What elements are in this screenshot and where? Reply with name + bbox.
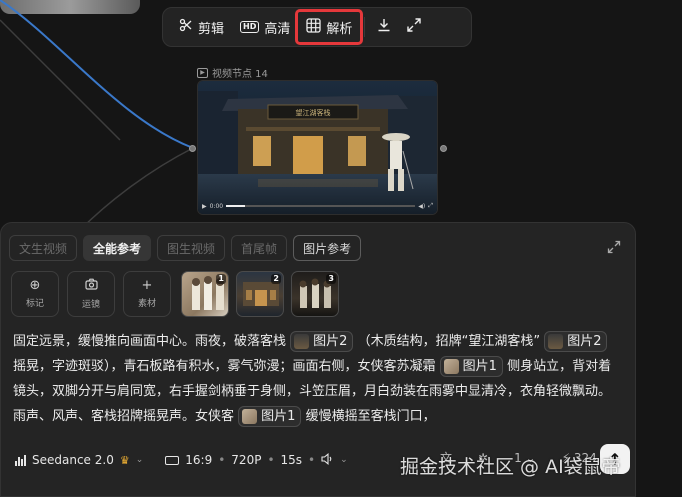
chip-thumbnail: [242, 409, 258, 424]
edit-button[interactable]: 剪辑: [171, 12, 232, 42]
fullscreen-icon[interactable]: ⤢: [428, 202, 433, 210]
video-progress-fill: [226, 205, 246, 207]
grid-icon: [306, 17, 322, 37]
separator-dot: •: [267, 453, 275, 467]
video-controls: ▶ 0:00 ◀) ⤢: [202, 202, 433, 210]
scissors-icon: [179, 18, 193, 36]
image-reference-chip[interactable]: 图片2: [544, 331, 608, 352]
panel-expand-icon[interactable]: [607, 239, 621, 258]
tab-text-to-video[interactable]: 文生视频: [9, 235, 78, 261]
mark-icon: ⊕: [29, 278, 41, 293]
crown-icon: ♛: [119, 453, 130, 467]
edit-label: 剪辑: [198, 21, 225, 37]
aspect-ratio-icon: [165, 455, 180, 465]
add-material-label: 素材: [137, 299, 156, 309]
hd-button[interactable]: HD 高清: [232, 12, 298, 42]
reference-thumbnail[interactable]: 1: [181, 271, 229, 317]
video-time: 0:00: [209, 202, 224, 210]
tab-omni-reference[interactable]: 全能参考: [83, 235, 152, 261]
prompt-input[interactable]: 固定远景，缓慢推向画面中心。雨夜，破落客栈 图片2 （木质结构，招牌“望江湖客栈…: [13, 329, 623, 429]
thumbnail-index: 2: [271, 274, 281, 284]
separator-dot: •: [308, 453, 316, 467]
chip-thumbnail: [548, 334, 564, 349]
chevron-down-icon: ⌄: [340, 455, 348, 465]
thumbnail-index: 1: [216, 274, 226, 284]
mark-button[interactable]: ⊕ 标记: [11, 271, 59, 317]
watermark: 掘金技术社区 @ AI袋鼠帝: [400, 456, 621, 478]
model-icon: [15, 454, 26, 466]
hd-label: 高清: [264, 21, 291, 37]
reference-tools: ⊕ 标记 运镜 + 素材: [11, 271, 171, 317]
prompt-text: 缓慢横摇至客栈门口，: [305, 409, 436, 424]
inn-signboard: 望江湖客栈: [296, 108, 331, 117]
tab-first-last-frame[interactable]: 首尾帧: [231, 235, 288, 261]
thumbnail-index: 3: [326, 274, 336, 284]
mark-label: 标记: [25, 299, 44, 309]
video-settings-selector[interactable]: 16:9 • 720P • 15s • ⌄: [165, 452, 348, 468]
plus-icon: +: [141, 278, 153, 293]
image-reference-chip[interactable]: 图片2: [290, 331, 354, 352]
analyze-label: 解析: [326, 21, 353, 37]
tab-image-to-video[interactable]: 图生视频: [157, 235, 226, 261]
reference-thumbnails: 1 2 3: [181, 271, 339, 317]
download-icon: [376, 17, 392, 37]
fullscreen-button[interactable]: [399, 12, 429, 42]
analyze-button[interactable]: 解析: [295, 9, 364, 45]
video-frame: 望江湖客栈: [198, 81, 437, 214]
camera-movement-label: 运镜: [81, 300, 100, 310]
camera-icon: [84, 278, 98, 293]
hd-icon: HD: [240, 21, 260, 33]
chip-label: 图片2: [567, 334, 602, 349]
chip-thumbnail: [443, 359, 459, 374]
download-button[interactable]: [369, 12, 399, 42]
video-progress[interactable]: [226, 205, 416, 207]
separator-dot: •: [218, 453, 226, 467]
aspect-ratio: 16:9: [185, 453, 213, 467]
chip-label: 图片1: [462, 359, 497, 374]
node-image-preview[interactable]: [0, 0, 140, 14]
model-name: Seedance 2.0: [32, 453, 114, 467]
camera-movement-button[interactable]: 运镜: [67, 271, 115, 317]
output-port[interactable]: [440, 145, 447, 152]
chevron-down-icon: ⌄: [135, 455, 144, 465]
prompt-text: 摇晃，字迹斑驳），青石板路有积水，雾气弥漫；画面右侧，女侠客苏凝霜: [13, 359, 436, 374]
video-node[interactable]: 望江湖客栈 ▶ 0:00 ◀) ⤢: [197, 80, 438, 215]
toolbar-divider: [364, 17, 366, 37]
mode-tabs: 文生视频 全能参考 图生视频 首尾帧 图片参考: [9, 235, 362, 261]
play-icon[interactable]: ▶: [202, 203, 207, 210]
prompt-text: （木质结构，招牌“望江湖客栈”: [357, 334, 541, 349]
chip-thumbnail: [294, 334, 310, 349]
input-port[interactable]: [189, 145, 196, 152]
reference-thumbnail[interactable]: 2: [236, 271, 284, 317]
reference-thumbnail[interactable]: 3: [291, 271, 339, 317]
add-material-button[interactable]: + 素材: [123, 271, 171, 317]
video-node-title: ▶ 视频节点 14: [197, 65, 268, 80]
chip-label: 图片1: [261, 409, 296, 424]
image-reference-chip[interactable]: 图片1: [439, 356, 503, 377]
node-toolbar: 剪辑 HD 高清 解析: [162, 7, 472, 47]
prompt-text: 固定远景，缓慢推向画面中心。雨夜，破落客栈: [13, 334, 287, 349]
duration: 15s: [280, 453, 303, 467]
video-node-icon: ▶: [197, 67, 208, 78]
speaker-icon: [321, 452, 334, 468]
chip-label: 图片2: [313, 334, 348, 349]
image-reference-chip[interactable]: 图片1: [238, 406, 302, 427]
model-selector[interactable]: Seedance 2.0 ♛ ⌄: [15, 453, 143, 467]
expand-icon: [406, 17, 422, 37]
tab-image-reference[interactable]: 图片参考: [293, 235, 362, 261]
volume-icon[interactable]: ◀): [418, 203, 425, 210]
resolution: 720P: [231, 453, 262, 467]
video-node-label: 视频节点 14: [212, 69, 268, 80]
